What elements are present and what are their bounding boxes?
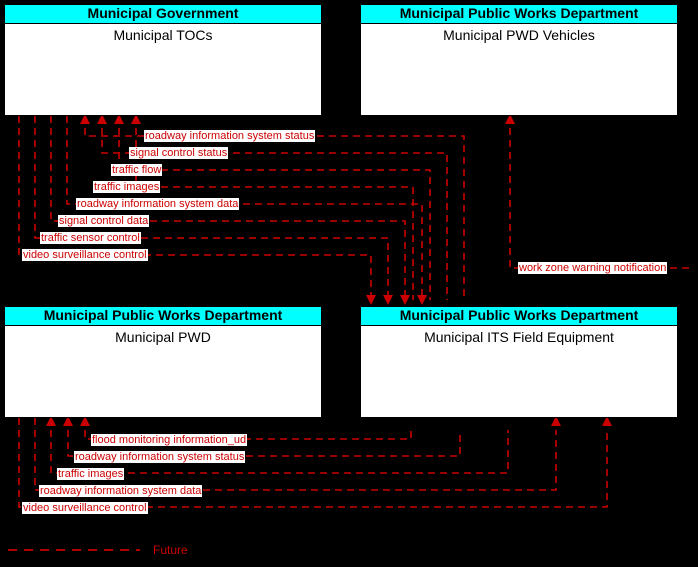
- node-name-label: Municipal ITS Field Equipment: [424, 329, 614, 345]
- flow-label[interactable]: roadway information system status: [144, 130, 316, 142]
- node-stakeholder-label: Municipal Government: [5, 5, 321, 24]
- flow-label[interactable]: work zone warning notification: [518, 262, 668, 274]
- node-stakeholder-label: Municipal Public Works Department: [361, 307, 677, 326]
- node-stakeholder-label: Municipal Public Works Department: [361, 5, 677, 24]
- flow-label[interactable]: signal control data: [58, 215, 150, 227]
- node-name-label: Municipal PWD Vehicles: [443, 27, 595, 43]
- node-municipal-its-field-equipment[interactable]: Municipal Public Works Department Munici…: [360, 306, 678, 418]
- flow-label[interactable]: video surveillance control: [22, 502, 148, 514]
- node-municipal-pwd[interactable]: Municipal Public Works Department Munici…: [4, 306, 322, 418]
- legend-label: Future: [153, 543, 188, 557]
- flow-label[interactable]: roadway information system status: [74, 451, 246, 463]
- flow-label[interactable]: signal control status: [129, 147, 229, 159]
- flow-label[interactable]: traffic sensor control: [40, 232, 141, 244]
- wire-work-zone-warning: [509, 116, 690, 269]
- node-municipal-pwd-vehicles[interactable]: Municipal Public Works Department Munici…: [360, 4, 678, 116]
- flow-label[interactable]: roadway information system data: [39, 485, 203, 497]
- flow-label[interactable]: traffic images: [57, 468, 125, 480]
- flow-label[interactable]: roadway information system data: [76, 198, 240, 210]
- flow-label[interactable]: traffic flow: [111, 164, 163, 176]
- flow-label[interactable]: flood monitoring information_ud: [91, 434, 248, 446]
- node-municipal-tocs[interactable]: Municipal Government Municipal TOCs: [4, 4, 322, 116]
- node-stakeholder-label: Municipal Public Works Department: [5, 307, 321, 326]
- node-name-label: Municipal TOCs: [113, 27, 213, 43]
- flow-label[interactable]: video surveillance control: [22, 249, 148, 261]
- diagram-canvas: Municipal Government Municipal TOCs Muni…: [0, 0, 698, 567]
- node-name-label: Municipal PWD: [115, 329, 211, 345]
- flow-label[interactable]: traffic images: [93, 181, 161, 193]
